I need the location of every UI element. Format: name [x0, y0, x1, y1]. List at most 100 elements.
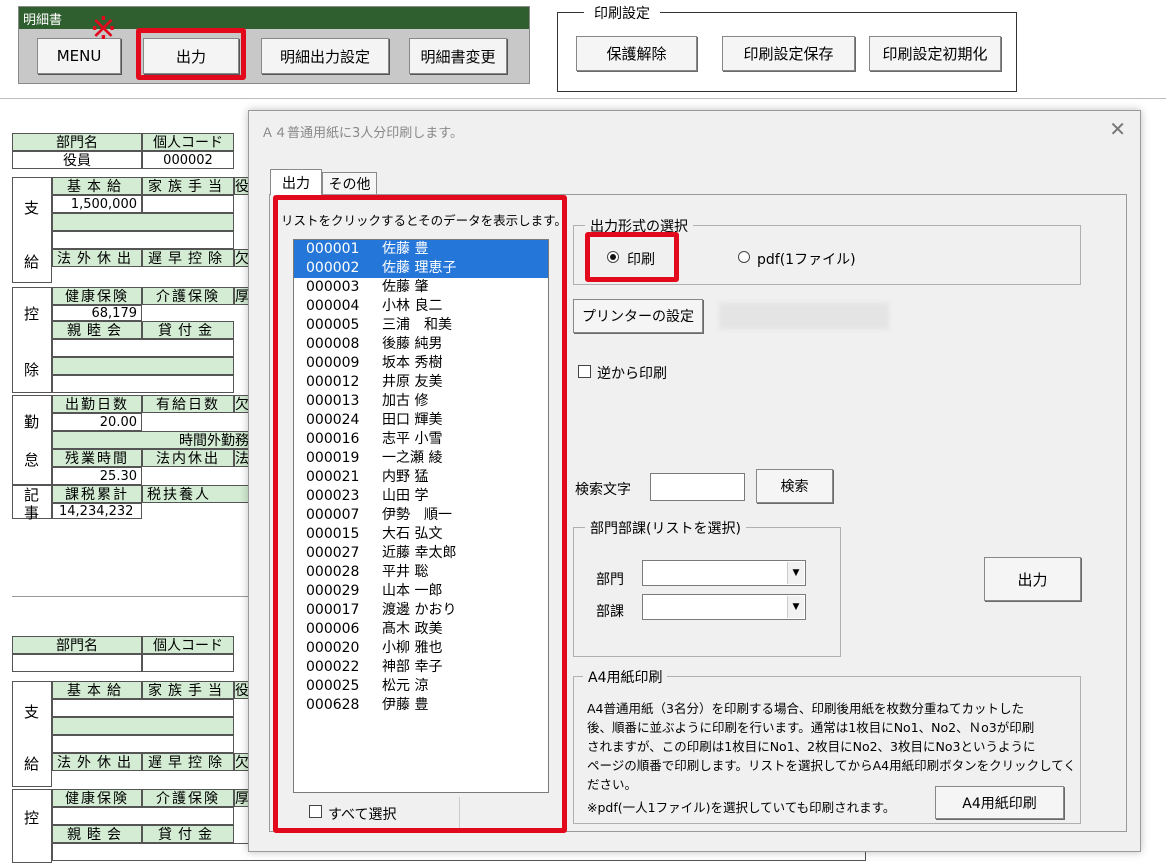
- deduct2-side-label: 控: [24, 809, 40, 827]
- deduct2-empty-row: [52, 807, 234, 825]
- search-input[interactable]: [650, 473, 745, 501]
- note-label-taxable: 課税累計: [52, 485, 142, 503]
- reverse-print-label: 逆から印刷: [597, 366, 667, 382]
- deduct-side-label-2: 除: [24, 361, 40, 379]
- dept-label: 部門: [596, 572, 624, 588]
- close-icon[interactable]: ✕: [1109, 117, 1126, 141]
- sheet-header-code: 個人コード: [142, 133, 234, 151]
- attend-side-label-2: 怠: [24, 451, 40, 469]
- dept-group: [573, 527, 841, 657]
- section-combo[interactable]: ▼: [642, 594, 806, 620]
- sheet-code-value: 000002: [142, 151, 234, 169]
- pay2-side-label-1: 支: [24, 703, 40, 721]
- sheet2-header-code: 個人コード: [142, 636, 234, 654]
- attend-label-inner-holiday: 法内休出: [142, 449, 234, 467]
- pay-label-family: 家族手当: [142, 177, 234, 195]
- deduct-empty-row-3: [52, 375, 234, 393]
- x-mark-icon: ※: [90, 9, 117, 47]
- deduct-label-social: 親睦会: [52, 321, 142, 339]
- print-dialog: Ａ４普通用紙に3人分印刷します。 ✕ 出力 その他 リストをクリックするとそのデ…: [248, 110, 1141, 852]
- attend-side-box: [12, 395, 52, 485]
- tab-output[interactable]: 出力: [270, 169, 322, 195]
- deduct2-label-social: 親睦会: [52, 825, 142, 843]
- attend-side-label-1: 勤: [24, 413, 40, 431]
- detail-output-settings-button[interactable]: 明細出力設定: [261, 38, 389, 74]
- search-button[interactable]: 検索: [756, 469, 833, 503]
- pay2-label-late: 遅早控除: [142, 753, 234, 771]
- reverse-print-checkbox[interactable]: [578, 365, 591, 378]
- sheet2-header-dept: 部門名: [12, 636, 142, 654]
- deduct-side-label-1: 控: [24, 305, 40, 323]
- note-side-label-2: 事: [24, 504, 40, 522]
- printer-settings-button[interactable]: プリンターの設定: [573, 299, 703, 333]
- pay-empty-row: [52, 213, 234, 231]
- section-label: 部課: [596, 604, 624, 620]
- deduct-label-loan: 貸付金: [142, 321, 234, 339]
- dept-combo[interactable]: ▼: [642, 560, 806, 586]
- a4-line-5: ださい。: [587, 777, 638, 792]
- pay-value-empty: [142, 195, 234, 213]
- sheet-divider: [12, 596, 248, 597]
- highlight-frame-list: [273, 195, 567, 833]
- statement-change-button[interactable]: 明細書変更: [409, 38, 507, 74]
- pay-value-basic: 1,500,000: [52, 195, 142, 213]
- printer-name-redacted: [719, 303, 889, 329]
- a4-line-6: ※pdf(一人1ファイル)を選択していても印刷されます。: [587, 800, 896, 815]
- deduct-empty-row-2: [52, 357, 234, 375]
- pay-label-basic: 基本給: [52, 177, 142, 195]
- pay-side-label-1: 支: [24, 199, 40, 217]
- pay-label-late: 遅早控除: [142, 249, 234, 267]
- attend-value-overtime: 25.30: [52, 467, 142, 485]
- deduct-label-care: 介護保険: [142, 287, 234, 305]
- pay2-label-family: 家族手当: [142, 681, 234, 699]
- radio-pdf[interactable]: [738, 251, 750, 263]
- attend-label-days: 出勤日数: [52, 395, 142, 413]
- deduct-empty-row: [52, 339, 234, 357]
- reset-print-settings-button[interactable]: 印刷設定初期化: [869, 36, 1001, 71]
- note-label-dependents: 税扶養人: [142, 485, 250, 503]
- sheet-dept-value: 役員: [12, 151, 142, 169]
- a4-print-button[interactable]: A4用紙印刷: [935, 786, 1064, 819]
- highlight-frame-print: [585, 232, 679, 282]
- a4-line-2: 後、順番に並ぶように印刷を行います。通常は1枚目にNo1、No2、Ｎo3が印刷: [587, 720, 1035, 735]
- a4-line-1: A4普通用紙（3名分）を印刷する場合、印刷後用紙を枚数分重ねてカットした: [587, 701, 1024, 716]
- attend-label-overtime: 残業時間: [52, 449, 142, 467]
- deduct2-label-care: 介護保険: [142, 789, 234, 807]
- chevron-down-icon[interactable]: ▼: [787, 596, 804, 618]
- dialog-title: Ａ４普通用紙に3人分印刷します。: [261, 126, 463, 141]
- pay-label-holiday: 法外休出: [52, 249, 142, 267]
- note-value-taxable: 14,234,232: [52, 503, 142, 519]
- attend-value-days: 20.00: [52, 413, 142, 431]
- deduct-label-health: 健康保険: [52, 287, 142, 305]
- pay2-label-basic: 基本給: [52, 681, 142, 699]
- a4-line-3: されますが、この印刷は1枚目にNo1、2枚目にNo2、3枚目にNo3というように: [587, 739, 1036, 754]
- divider-line: [0, 98, 1166, 99]
- pay2-empty-row-3: [52, 735, 234, 753]
- pay2-label-holiday: 法外休出: [52, 753, 142, 771]
- overtime-label: 時間外勤務: [52, 431, 250, 449]
- chevron-down-icon[interactable]: ▼: [787, 562, 804, 584]
- print-settings-title: 印刷設定: [584, 3, 660, 23]
- radio-pdf-label: pdf(1ファイル): [757, 252, 856, 268]
- search-label: 検索文字: [575, 482, 631, 498]
- sheet2-dept-value: [12, 654, 142, 672]
- sheet2-code-value: [142, 654, 234, 672]
- attend-label-paid: 有給日数: [142, 395, 234, 413]
- pay2-side-label-2: 給: [24, 755, 40, 773]
- sheet-header-dept: 部門名: [12, 133, 142, 151]
- a4-line-4: ページの順番で印刷します。リストを選択してからA4用紙印刷ボタンをクリックしてく: [587, 758, 1076, 773]
- pay2-empty-row: [52, 699, 234, 717]
- output-button[interactable]: 出力: [984, 557, 1081, 601]
- a4-group-title: A4用紙印刷: [583, 667, 668, 687]
- dept-group-title: 部門部課(リストを選択): [585, 518, 746, 538]
- pay-side-label-2: 給: [24, 253, 40, 271]
- tab-other[interactable]: その他: [322, 172, 377, 195]
- deduct2-label-health: 健康保険: [52, 789, 142, 807]
- pay2-empty-row-2: [52, 717, 234, 735]
- deduct2-label-loan: 貸付金: [142, 825, 234, 843]
- deduct-value-health: 68,179: [52, 305, 142, 321]
- pay-empty-row-2: [52, 231, 234, 249]
- unprotect-button[interactable]: 保護解除: [576, 36, 697, 71]
- highlight-frame-output: [136, 28, 246, 80]
- save-print-settings-button[interactable]: 印刷設定保存: [722, 36, 855, 71]
